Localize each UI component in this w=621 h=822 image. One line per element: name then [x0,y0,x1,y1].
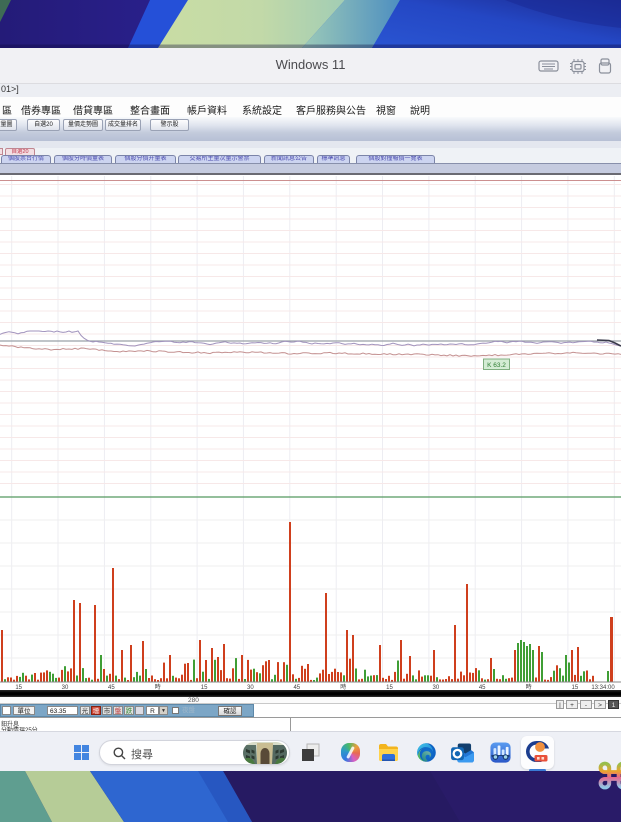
svg-text:時: 時 [526,683,532,690]
svg-text:時: 時 [340,683,346,690]
svg-text:時: 時 [155,683,161,690]
svg-text:K 63.2: K 63.2 [487,362,506,369]
